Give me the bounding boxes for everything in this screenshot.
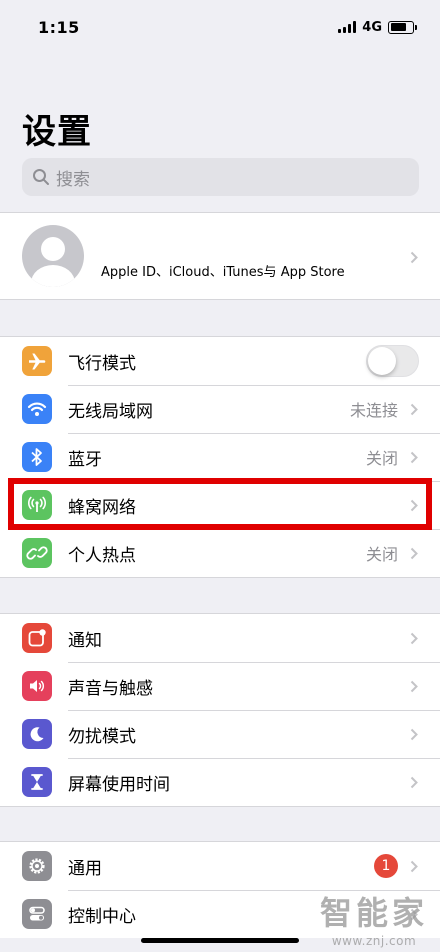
chevron-right-icon bbox=[410, 499, 418, 512]
general-row[interactable]: 通用 1 bbox=[0, 842, 440, 890]
home-indicator[interactable] bbox=[141, 938, 299, 943]
status-time: 1:15 bbox=[38, 17, 80, 37]
update-badge: 1 bbox=[374, 854, 398, 878]
apple-id-row[interactable]: Apple ID、iCloud、iTunes与 App Store bbox=[0, 212, 440, 300]
chevron-right-icon bbox=[410, 728, 418, 741]
hotspot-value: 关闭 bbox=[365, 545, 398, 564]
avatar bbox=[22, 225, 84, 287]
wifi-row[interactable]: 无线局域网 未连接 bbox=[0, 385, 440, 433]
chevron-right-icon bbox=[410, 632, 418, 645]
airplane-icon bbox=[22, 346, 52, 376]
page-title: 设置 bbox=[22, 112, 92, 152]
hotspot-icon bbox=[22, 538, 52, 568]
hourglass-icon bbox=[22, 767, 52, 797]
cellular-row[interactable]: 蜂窝网络 bbox=[0, 481, 440, 529]
cellular-icon bbox=[22, 490, 52, 520]
connectivity-group: 飞行模式 无线局域网 未连接 蓝牙 关闭 蜂窝网络 个人热点 关闭 bbox=[0, 336, 440, 578]
bluetooth-label: 蓝牙 bbox=[68, 449, 102, 470]
airplane-mode-row[interactable]: 飞行模式 bbox=[0, 337, 440, 385]
search-icon bbox=[33, 169, 49, 185]
general-label: 通用 bbox=[68, 858, 102, 879]
hotspot-row[interactable]: 个人热点 关闭 bbox=[0, 529, 440, 577]
screen-time-label: 屏幕使用时间 bbox=[68, 774, 170, 795]
watermark: 智能家 www.znj.com bbox=[320, 888, 428, 948]
chevron-right-icon bbox=[410, 776, 418, 789]
control-center-label: 控制中心 bbox=[68, 906, 136, 927]
do-not-disturb-label: 勿扰模式 bbox=[68, 726, 136, 747]
screen-time-row[interactable]: 屏幕使用时间 bbox=[0, 758, 440, 806]
notifications-row[interactable]: 通知 bbox=[0, 614, 440, 662]
status-bar: 1:15 4G bbox=[0, 0, 440, 54]
sound-icon bbox=[22, 671, 52, 701]
wifi-value: 未连接 bbox=[349, 401, 398, 420]
cellular-label: 蜂窝网络 bbox=[68, 497, 136, 518]
person-icon bbox=[31, 237, 75, 287]
gear-icon bbox=[22, 851, 52, 881]
search-input[interactable]: 搜索 bbox=[22, 158, 419, 196]
hotspot-label: 个人热点 bbox=[68, 545, 136, 566]
airplane-mode-toggle[interactable] bbox=[366, 345, 419, 377]
notifications-icon bbox=[22, 623, 52, 653]
notifications-label: 通知 bbox=[68, 630, 102, 651]
wifi-label: 无线局域网 bbox=[68, 401, 153, 422]
sound-row[interactable]: 声音与触感 bbox=[0, 662, 440, 710]
wifi-icon bbox=[22, 394, 52, 424]
battery-icon bbox=[388, 20, 417, 34]
control-center-icon bbox=[22, 899, 52, 929]
do-not-disturb-row[interactable]: 勿扰模式 bbox=[0, 710, 440, 758]
status-indicators: 4G bbox=[338, 19, 417, 35]
search-placeholder: 搜索 bbox=[56, 169, 90, 190]
chevron-right-icon bbox=[410, 680, 418, 693]
watermark-url: www.znj.com bbox=[331, 934, 417, 948]
signal-icon bbox=[338, 21, 357, 33]
apple-id-label: Apple ID、iCloud、iTunes与 App Store bbox=[101, 264, 345, 280]
chevron-right-icon bbox=[410, 251, 418, 264]
moon-icon bbox=[22, 719, 52, 749]
chevron-right-icon bbox=[410, 403, 418, 416]
chevron-right-icon bbox=[410, 860, 418, 873]
network-type: 4G bbox=[362, 19, 382, 35]
chevron-right-icon bbox=[410, 547, 418, 560]
chevron-right-icon bbox=[410, 451, 418, 464]
bluetooth-row[interactable]: 蓝牙 关闭 bbox=[0, 433, 440, 481]
sound-label: 声音与触感 bbox=[68, 678, 153, 699]
notifications-group: 通知 声音与触感 勿扰模式 屏幕使用时间 bbox=[0, 613, 440, 807]
bluetooth-icon bbox=[22, 442, 52, 472]
watermark-title: 智能家 bbox=[319, 894, 428, 932]
bluetooth-value: 关闭 bbox=[365, 449, 398, 468]
airplane-mode-label: 飞行模式 bbox=[68, 353, 136, 374]
